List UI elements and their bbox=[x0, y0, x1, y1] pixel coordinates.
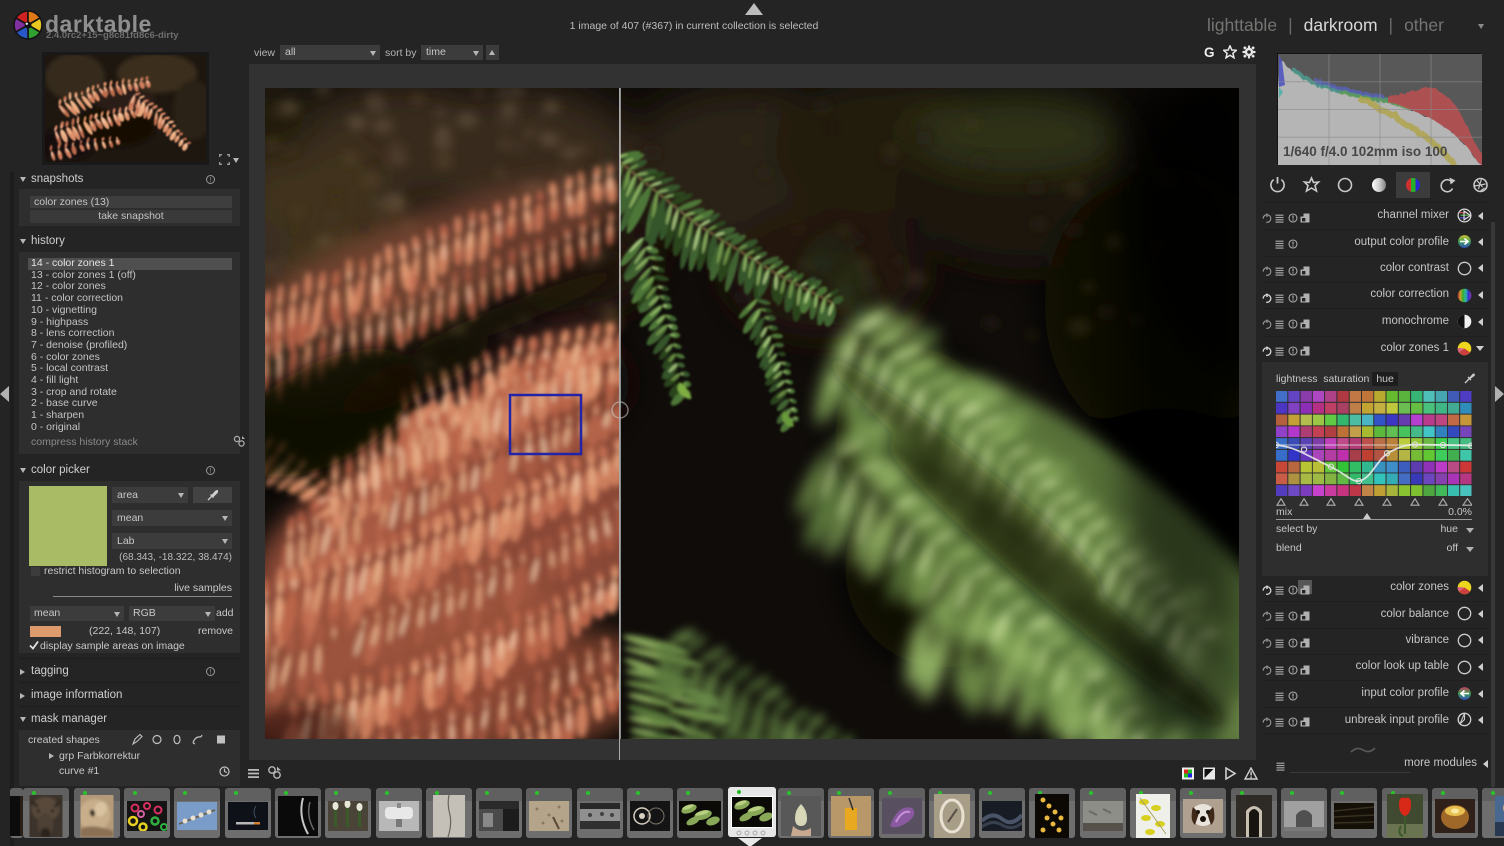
svg-text:1/640 f/4.0 102mm iso 100: 1/640 f/4.0 102mm iso 100 bbox=[1283, 144, 1447, 159]
